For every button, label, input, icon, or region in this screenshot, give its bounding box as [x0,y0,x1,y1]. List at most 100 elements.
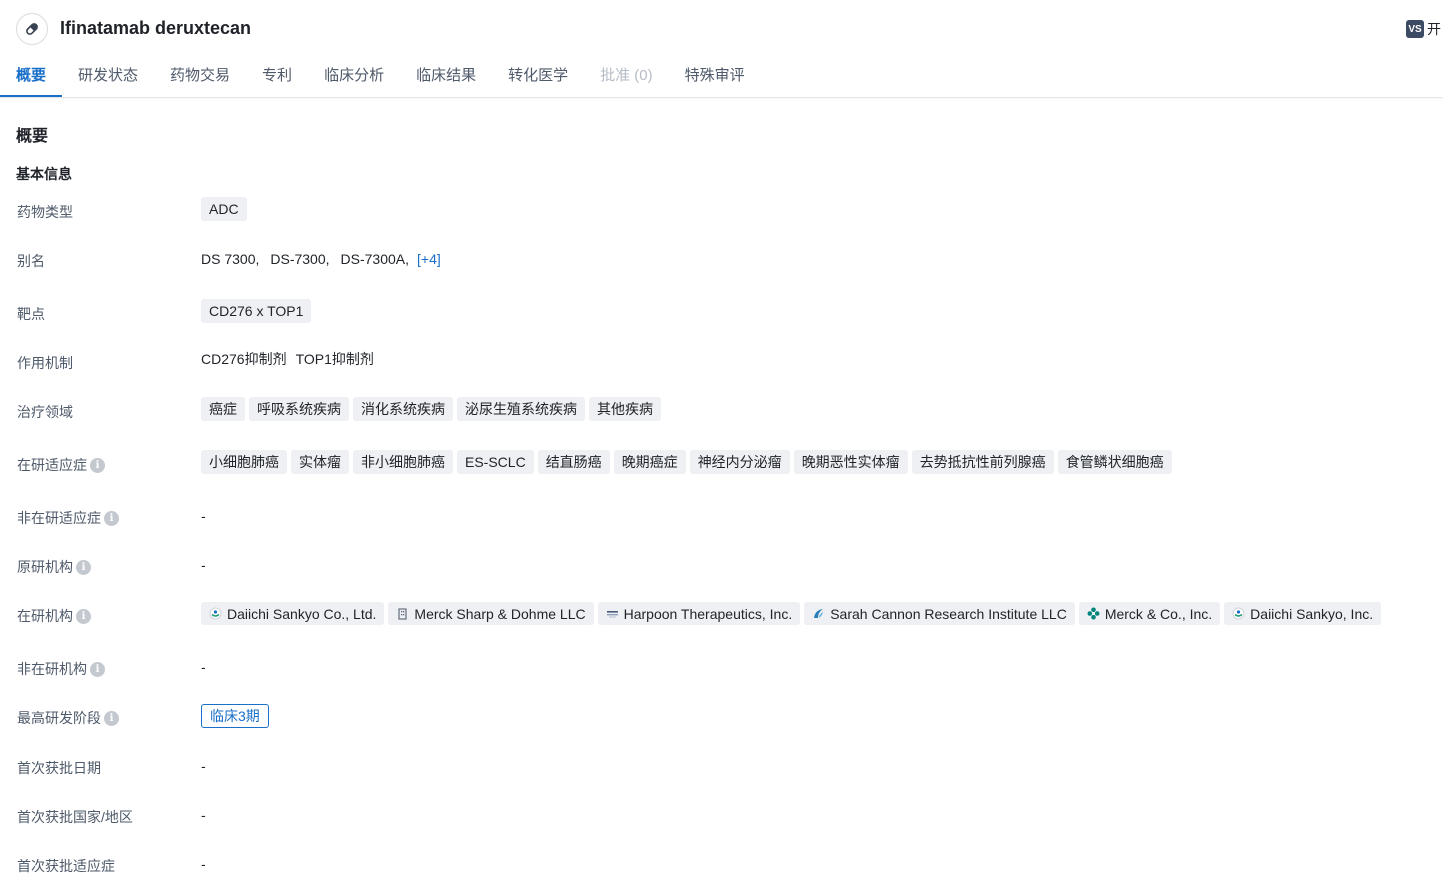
chip-indication[interactable]: 神经内分泌瘤 [689,450,790,474]
chip-indication[interactable]: ES-SCLC [457,450,534,474]
tab-clinical-results[interactable]: 临床结果 [400,56,492,97]
chip-therapeutic-area[interactable]: 泌尿生殖系统疾病 [457,397,585,421]
info-icon[interactable]: i [104,710,119,726]
empty-value: - [201,557,206,573]
value-highest-phase: 临床3期 [201,704,269,728]
tab-patents[interactable]: 专利 [246,56,308,97]
chip-therapeutic-area[interactable]: 其他疾病 [589,397,661,421]
value-first-approval-date: - [201,758,206,774]
chip-therapeutic-area[interactable]: 消化系统疾病 [353,397,453,421]
label-active-indications-text: 在研适应症 [17,457,87,473]
chip-organization[interactable]: Merck & Co., Inc. [1078,602,1221,625]
section-title-overview: 概要 [16,128,49,145]
alias-item: DS-7300A, [340,251,410,267]
tab-overview[interactable]: 概要 [0,56,63,97]
value-originator: - [201,557,206,573]
value-inactive-orgs: - [201,659,206,675]
label-inactive-indications-text: 非在研适应症 [17,510,101,526]
value-first-approval-indication: - [201,856,206,872]
label-inactive-orgs-text: 非在研机构 [17,661,87,677]
tab-special-review[interactable]: 特殊审评 [669,56,761,97]
chip-organization[interactable]: Harpoon Therapeutics, Inc. [597,602,801,625]
tab-rd-status[interactable]: 研发状态 [62,56,154,97]
label-drug-type: 药物类型 [17,204,73,220]
chip-organization[interactable]: Daiichi Sankyo Co., Ltd. [201,602,385,625]
chip-indication[interactable]: 非小细胞肺癌 [353,450,453,474]
label-inactive-indications: 非在研适应症 i [17,508,119,528]
drug-header: Ifinatamab deruxtecan VS 开 概要 研发状态 药物交易 … [0,0,1443,98]
organization-name: Sarah Cannon Research Institute LLC [830,605,1067,622]
info-icon[interactable]: i [104,510,119,526]
chip-indication[interactable]: 去势抵抗性前列腺癌 [911,450,1054,474]
building-icon [396,607,409,620]
harpoon-logo-icon [606,607,619,620]
label-inactive-orgs: 非在研机构 i [17,659,105,679]
open-vs-button[interactable]: VS 开 [1406,19,1441,39]
subsection-title-basic-info: 基本信息 [16,166,72,182]
empty-value: - [201,659,206,675]
info-icon[interactable]: i [76,608,91,624]
chip-organization[interactable]: Sarah Cannon Research Institute LLC [804,602,1075,625]
tab-clinical-analysis[interactable]: 临床分析 [308,56,400,97]
empty-value: - [201,856,206,872]
chip-indication[interactable]: 晚期恶性实体瘤 [793,450,908,474]
daiichi-logo-icon [209,607,222,620]
chip-indication[interactable]: 晚期癌症 [613,450,686,474]
vs-badge-icon: VS [1406,20,1424,38]
tab-approvals: 批准 (0) [600,67,653,84]
info-icon[interactable]: i [76,559,91,575]
tab-bar: 概要 研发状态 药物交易 专利 临床分析 临床结果 转化医学 批准 (0) 特殊… [0,56,761,97]
label-originator-text: 原研机构 [17,559,73,575]
organization-name: Merck Sharp & Dohme LLC [414,605,586,622]
organization-name: Harpoon Therapeutics, Inc. [623,605,793,622]
label-highest-phase: 最高研发阶段 i [17,708,119,728]
label-therapeutic-areas: 治疗领域 [17,404,73,420]
value-first-approval-region: - [201,807,206,823]
value-target: CD276 x TOP1 [201,299,315,323]
label-originator: 原研机构 i [17,557,91,577]
label-active-orgs: 在研机构 i [17,606,91,626]
label-first-approval-date: 首次获批日期 [17,760,101,776]
chip-organization[interactable]: Daiichi Sankyo, Inc. [1224,602,1382,625]
chip-organization[interactable]: Merck Sharp & Dohme LLC [388,602,594,625]
label-highest-phase-text: 最高研发阶段 [17,710,101,726]
info-icon[interactable]: i [90,661,105,677]
tab-translational-medicine[interactable]: 转化医学 [492,56,584,97]
tab-drug-deals[interactable]: 药物交易 [154,56,246,97]
mechanism-item: TOP1抑制剂 [295,351,374,367]
value-inactive-indications: - [201,508,206,524]
value-mechanism: CD276抑制剂 TOP1抑制剂 [201,349,383,369]
alias-item: DS 7300, [201,251,260,267]
value-active-indications: 小细胞肺癌 实体瘤 非小细胞肺癌 ES-SCLC 结直肠癌 晚期癌症 神经内分泌… [201,450,1176,474]
chip-indication[interactable]: 实体瘤 [291,450,349,474]
pill-icon [16,13,48,45]
chip-therapeutic-area[interactable]: 癌症 [201,397,245,421]
empty-value: - [201,758,206,774]
label-mechanism: 作用机制 [17,355,73,371]
alias-item: DS-7300, [270,251,330,267]
value-aliases: DS 7300, DS-7300, DS-7300A, [+4] [201,251,441,267]
value-active-orgs: Daiichi Sankyo Co., Ltd. Merck Sharp & D… [201,602,1385,625]
aliases-more-link[interactable]: [+4] [417,251,441,267]
chip-indication[interactable]: 结直肠癌 [537,450,610,474]
chip-indication[interactable]: 食管鳞状细胞癌 [1057,450,1172,474]
merck-logo-icon [1087,607,1100,620]
info-icon[interactable]: i [90,457,105,473]
organization-name: Daiichi Sankyo, Inc. [1250,605,1374,622]
value-therapeutic-areas: 癌症 呼吸系统疾病 消化系统疾病 泌尿生殖系统疾病 其他疾病 [201,397,665,421]
chip-drug-type: ADC [201,197,247,221]
label-target: 靶点 [17,306,45,322]
label-aliases: 别名 [17,253,45,269]
chip-indication[interactable]: 小细胞肺癌 [201,450,287,474]
mechanism-item: CD276抑制剂 [201,351,287,367]
chip-target[interactable]: CD276 x TOP1 [201,299,312,323]
organization-name: Merck & Co., Inc. [1104,605,1213,622]
label-active-orgs-text: 在研机构 [17,608,73,624]
chip-therapeutic-area[interactable]: 呼吸系统疾病 [249,397,349,421]
label-first-approval-indication: 首次获批适应症 [17,858,115,874]
empty-value: - [201,807,206,823]
phase-badge: 临床3期 [201,704,269,728]
daiichi-logo-icon [1232,607,1245,620]
empty-value: - [201,508,206,524]
label-active-indications: 在研适应症 i [17,455,105,475]
